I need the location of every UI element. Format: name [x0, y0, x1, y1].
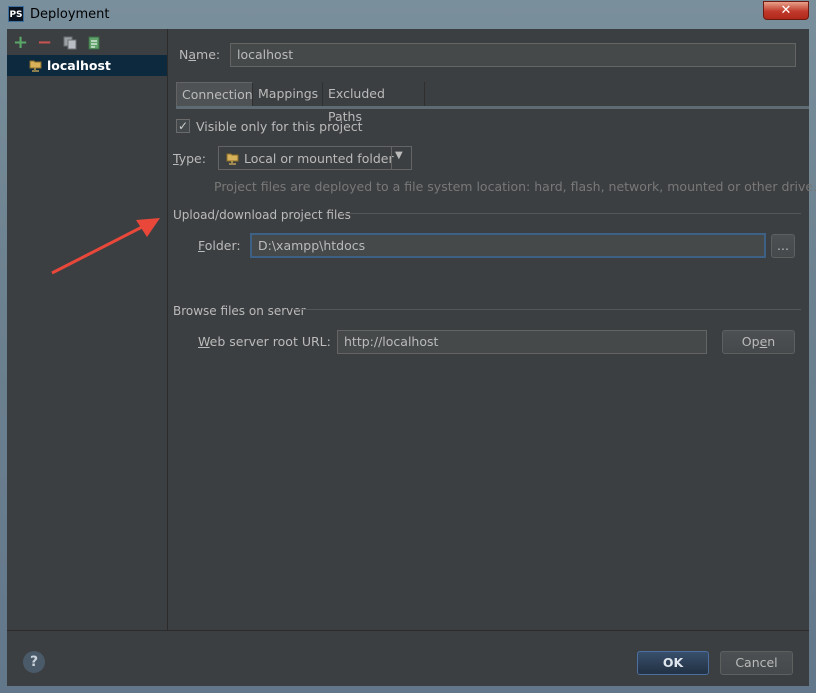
tree-item-localhost[interactable]: localhost [7, 55, 167, 76]
annotation-arrow [51, 218, 160, 275]
close-button[interactable]: ✕ [763, 1, 809, 20]
server-settings-panel: Name: localhost Connection Mappings Excl… [168, 29, 816, 630]
remove-icon[interactable]: − [37, 34, 52, 52]
window-title: Deployment [30, 7, 110, 22]
tab-mappings[interactable]: Mappings [253, 82, 323, 106]
folder-input[interactable]: D:\xampp\htdocs [250, 233, 766, 258]
window-frame: PS Deployment ✕ + − localhost Name: loca… [0, 0, 816, 693]
web-server-url-input[interactable]: http://localhost [337, 330, 707, 354]
help-icon[interactable]: ? [23, 651, 45, 673]
name-label: Name: [179, 47, 221, 62]
chevron-down-icon: ▼ [395, 150, 403, 161]
app-icon: PS [8, 6, 24, 22]
type-hint: Project files are deployed to a file sys… [214, 179, 816, 194]
upload-section-title: Upload/download project files [173, 208, 351, 222]
local-folder-icon [226, 152, 239, 169]
type-label: Type: [173, 151, 206, 166]
dialog-content: + − localhost Name: localhost Connection… [7, 29, 816, 687]
browse-section-title: Browse files on server [173, 304, 306, 318]
add-icon[interactable]: + [13, 34, 28, 52]
ok-button[interactable]: OK [637, 651, 709, 675]
tab-connection[interactable]: Connection [176, 82, 253, 106]
server-folder-icon [29, 59, 42, 72]
visible-only-label: Visible only for this project [196, 119, 363, 134]
web-server-url-label: Web server root URL: [198, 334, 331, 349]
copy-icon[interactable] [63, 36, 77, 50]
tab-excluded-paths[interactable]: Excluded Paths [323, 82, 425, 124]
title-bar[interactable]: PS Deployment ✕ [0, 0, 816, 30]
server-list-panel: + − localhost [7, 29, 168, 630]
visible-only-checkbox[interactable]: ✓ [176, 119, 190, 133]
type-select[interactable]: Local or mounted folder ▼ [218, 146, 412, 170]
select-divider [391, 147, 392, 169]
dialog-footer: ? OK Cancel [7, 630, 809, 687]
upload-section-divider [342, 213, 801, 214]
type-select-value: Local or mounted folder [244, 151, 394, 166]
name-input[interactable]: localhost [230, 43, 796, 67]
tree-item-label: localhost [47, 58, 111, 73]
cancel-button[interactable]: Cancel [720, 651, 793, 675]
browse-section-divider [292, 309, 801, 310]
browse-folder-button[interactable]: ... [771, 234, 795, 258]
use-as-default-icon[interactable] [87, 36, 101, 50]
folder-label: Folder: [198, 238, 241, 253]
open-button[interactable]: Open [722, 330, 795, 354]
tab-underline [176, 106, 809, 109]
